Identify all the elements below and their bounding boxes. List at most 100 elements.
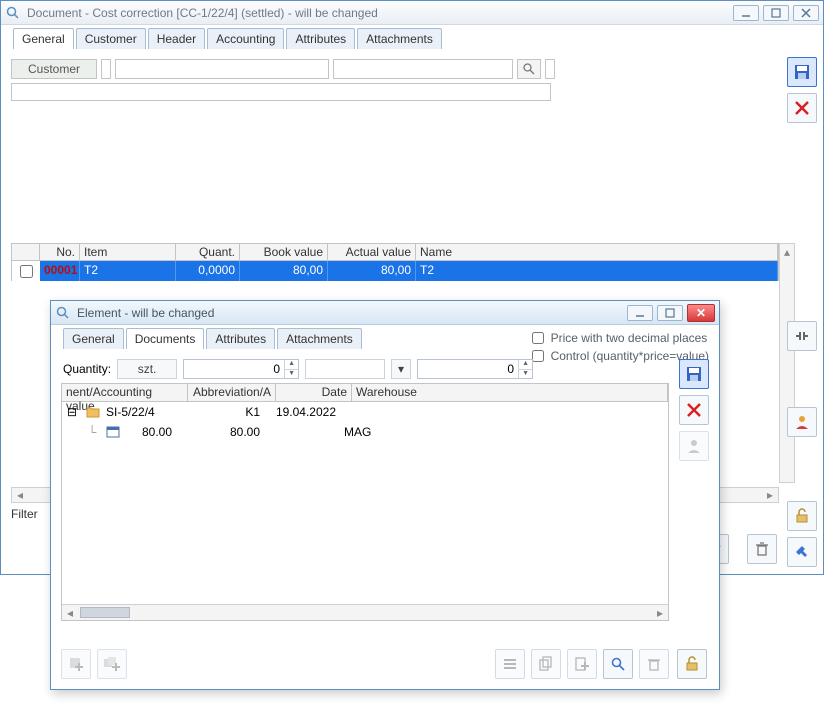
documents-hscroll[interactable]: ◂ ▸ [62, 604, 668, 620]
tab-attachments[interactable]: Attachments [357, 28, 442, 49]
etab-attributes[interactable]: Attributes [206, 328, 275, 349]
scroll-up-icon[interactable]: ▴ [780, 244, 794, 260]
row-item: T2 [80, 261, 176, 281]
unlock-button[interactable] [787, 501, 817, 531]
etab-general[interactable]: General [63, 328, 124, 349]
etab-documents[interactable]: Documents [126, 328, 205, 349]
element-delete-button[interactable] [679, 395, 709, 425]
remove-button[interactable] [639, 649, 669, 679]
scroll-track[interactable] [132, 605, 652, 620]
d1-abbr: K1 [176, 404, 264, 420]
quantity-spinner[interactable]: ▲▼ [183, 359, 299, 379]
documents-row-2[interactable]: └ 80.00 80.00 MAG [62, 422, 668, 442]
row-checkbox[interactable] [20, 265, 33, 278]
tree-spacer [62, 431, 82, 433]
quantity-input[interactable] [184, 360, 284, 378]
spin-up-icon[interactable]: ▲ [284, 360, 298, 369]
etab-attachments[interactable]: Attachments [277, 328, 362, 349]
element-close-button[interactable]: ✕ [687, 304, 715, 322]
row-quant: 0,0000 [176, 261, 240, 281]
document-icon [102, 425, 122, 439]
outer-tabstrip: General Customer Header Accounting Attri… [1, 25, 823, 49]
document-title: Document - Cost correction [CC-1/22/4] (… [27, 6, 729, 20]
rate-dropdown-button[interactable]: ▾ [391, 359, 411, 379]
element-maximize-button[interactable] [657, 305, 683, 321]
tab-accounting[interactable]: Accounting [207, 28, 284, 49]
spin-down-icon[interactable]: ▼ [284, 369, 298, 378]
document-titlebar: Document - Cost correction [CC-1/22/4] (… [1, 1, 823, 25]
scroll-right-icon[interactable]: ▸ [762, 488, 778, 502]
delete-button[interactable] [787, 93, 817, 123]
spin-up-icon[interactable]: ▲ [518, 360, 532, 369]
col-actual: Actual value [328, 244, 416, 260]
scroll-left-icon[interactable]: ◂ [12, 488, 28, 502]
d2-abbr: 80.00 [176, 424, 264, 440]
outer-right-toolbar-bot [785, 501, 819, 567]
d2-wh: MAG [340, 424, 668, 440]
row-name: T2 [416, 261, 778, 281]
customer-label: Customer [11, 59, 97, 79]
items-grid-header: No. Item Quant. Book value Actual value … [11, 243, 779, 261]
documents-grid-header: nent/Accounting value Abbreviation/A Dat… [62, 384, 668, 402]
customer-address-input[interactable] [11, 83, 551, 101]
tab-general[interactable]: General [13, 28, 74, 49]
customer-code-input[interactable] [115, 59, 329, 79]
dcol-wh: Warehouse [352, 384, 668, 401]
col-book: Book value [240, 244, 328, 260]
col-name: Name [416, 244, 778, 260]
element-save-button[interactable] [679, 359, 709, 389]
element-unlock-button[interactable] [677, 649, 707, 679]
add-button[interactable] [61, 649, 91, 679]
rate-dropdown[interactable] [305, 359, 385, 379]
trash-button[interactable] [747, 534, 777, 564]
add-multi-button[interactable] [97, 649, 127, 679]
value-spinner[interactable]: ▲▼ [417, 359, 533, 379]
customer-row: Customer [11, 59, 779, 79]
value-input[interactable] [418, 360, 518, 378]
customer-name-input[interactable] [333, 59, 513, 79]
row-book: 80,00 [240, 261, 328, 281]
user-button[interactable] [787, 407, 817, 437]
col-check [12, 244, 40, 260]
customer-toggle[interactable] [101, 59, 111, 79]
scroll-left-icon[interactable]: ◂ [62, 605, 78, 620]
documents-row-1[interactable]: ⊟ SI-5/22/4 K1 19.04.2022 [62, 402, 668, 422]
save-button[interactable] [787, 57, 817, 87]
magnifier-icon [5, 5, 21, 21]
tree-collapse-icon[interactable]: ⊟ [62, 404, 82, 420]
new-button[interactable] [567, 649, 597, 679]
tab-header[interactable]: Header [148, 28, 205, 49]
customer-search-button[interactable] [517, 59, 541, 79]
row-no: 00001 [40, 261, 80, 281]
link-button[interactable] [787, 321, 817, 351]
d1-wh [340, 411, 668, 413]
element-minimize-button[interactable] [627, 305, 653, 321]
element-user-button[interactable] [679, 431, 709, 461]
folder-icon [82, 405, 102, 419]
preview-button[interactable] [603, 649, 633, 679]
copy-button[interactable] [531, 649, 561, 679]
items-grid-row[interactable]: 00001 T2 0,0000 80,00 80,00 T2 [11, 261, 779, 281]
customer-extra-toggle[interactable] [545, 59, 555, 79]
spin-down-icon[interactable]: ▼ [518, 369, 532, 378]
documents-grid: nent/Accounting value Abbreviation/A Dat… [61, 383, 669, 621]
dcol-abbr: Abbreviation/A [188, 384, 276, 401]
unit-label: szt. [117, 359, 177, 379]
maximize-button[interactable] [763, 5, 789, 21]
element-bottom-left-toolbar [61, 649, 127, 679]
col-no: No. [40, 244, 80, 260]
close-button[interactable] [793, 5, 819, 21]
pin-button[interactable] [787, 537, 817, 567]
quantity-row: Quantity: szt. ▲▼ ▾ ▲▼ [63, 359, 533, 379]
filter-label: Filter [11, 507, 38, 521]
minimize-button[interactable] [733, 5, 759, 21]
tab-attributes[interactable]: Attributes [286, 28, 355, 49]
price-decimals-checkbox[interactable]: Price with two decimal places [528, 329, 709, 347]
tab-customer[interactable]: Customer [76, 28, 146, 49]
element-unlock-button-wrap [677, 649, 711, 679]
dcol-value: nent/Accounting value [62, 384, 188, 401]
list-button[interactable] [495, 649, 525, 679]
scroll-right-icon[interactable]: ▸ [652, 605, 668, 620]
price-decimals-label: Price with two decimal places [551, 331, 708, 345]
scroll-thumb[interactable] [80, 607, 130, 618]
